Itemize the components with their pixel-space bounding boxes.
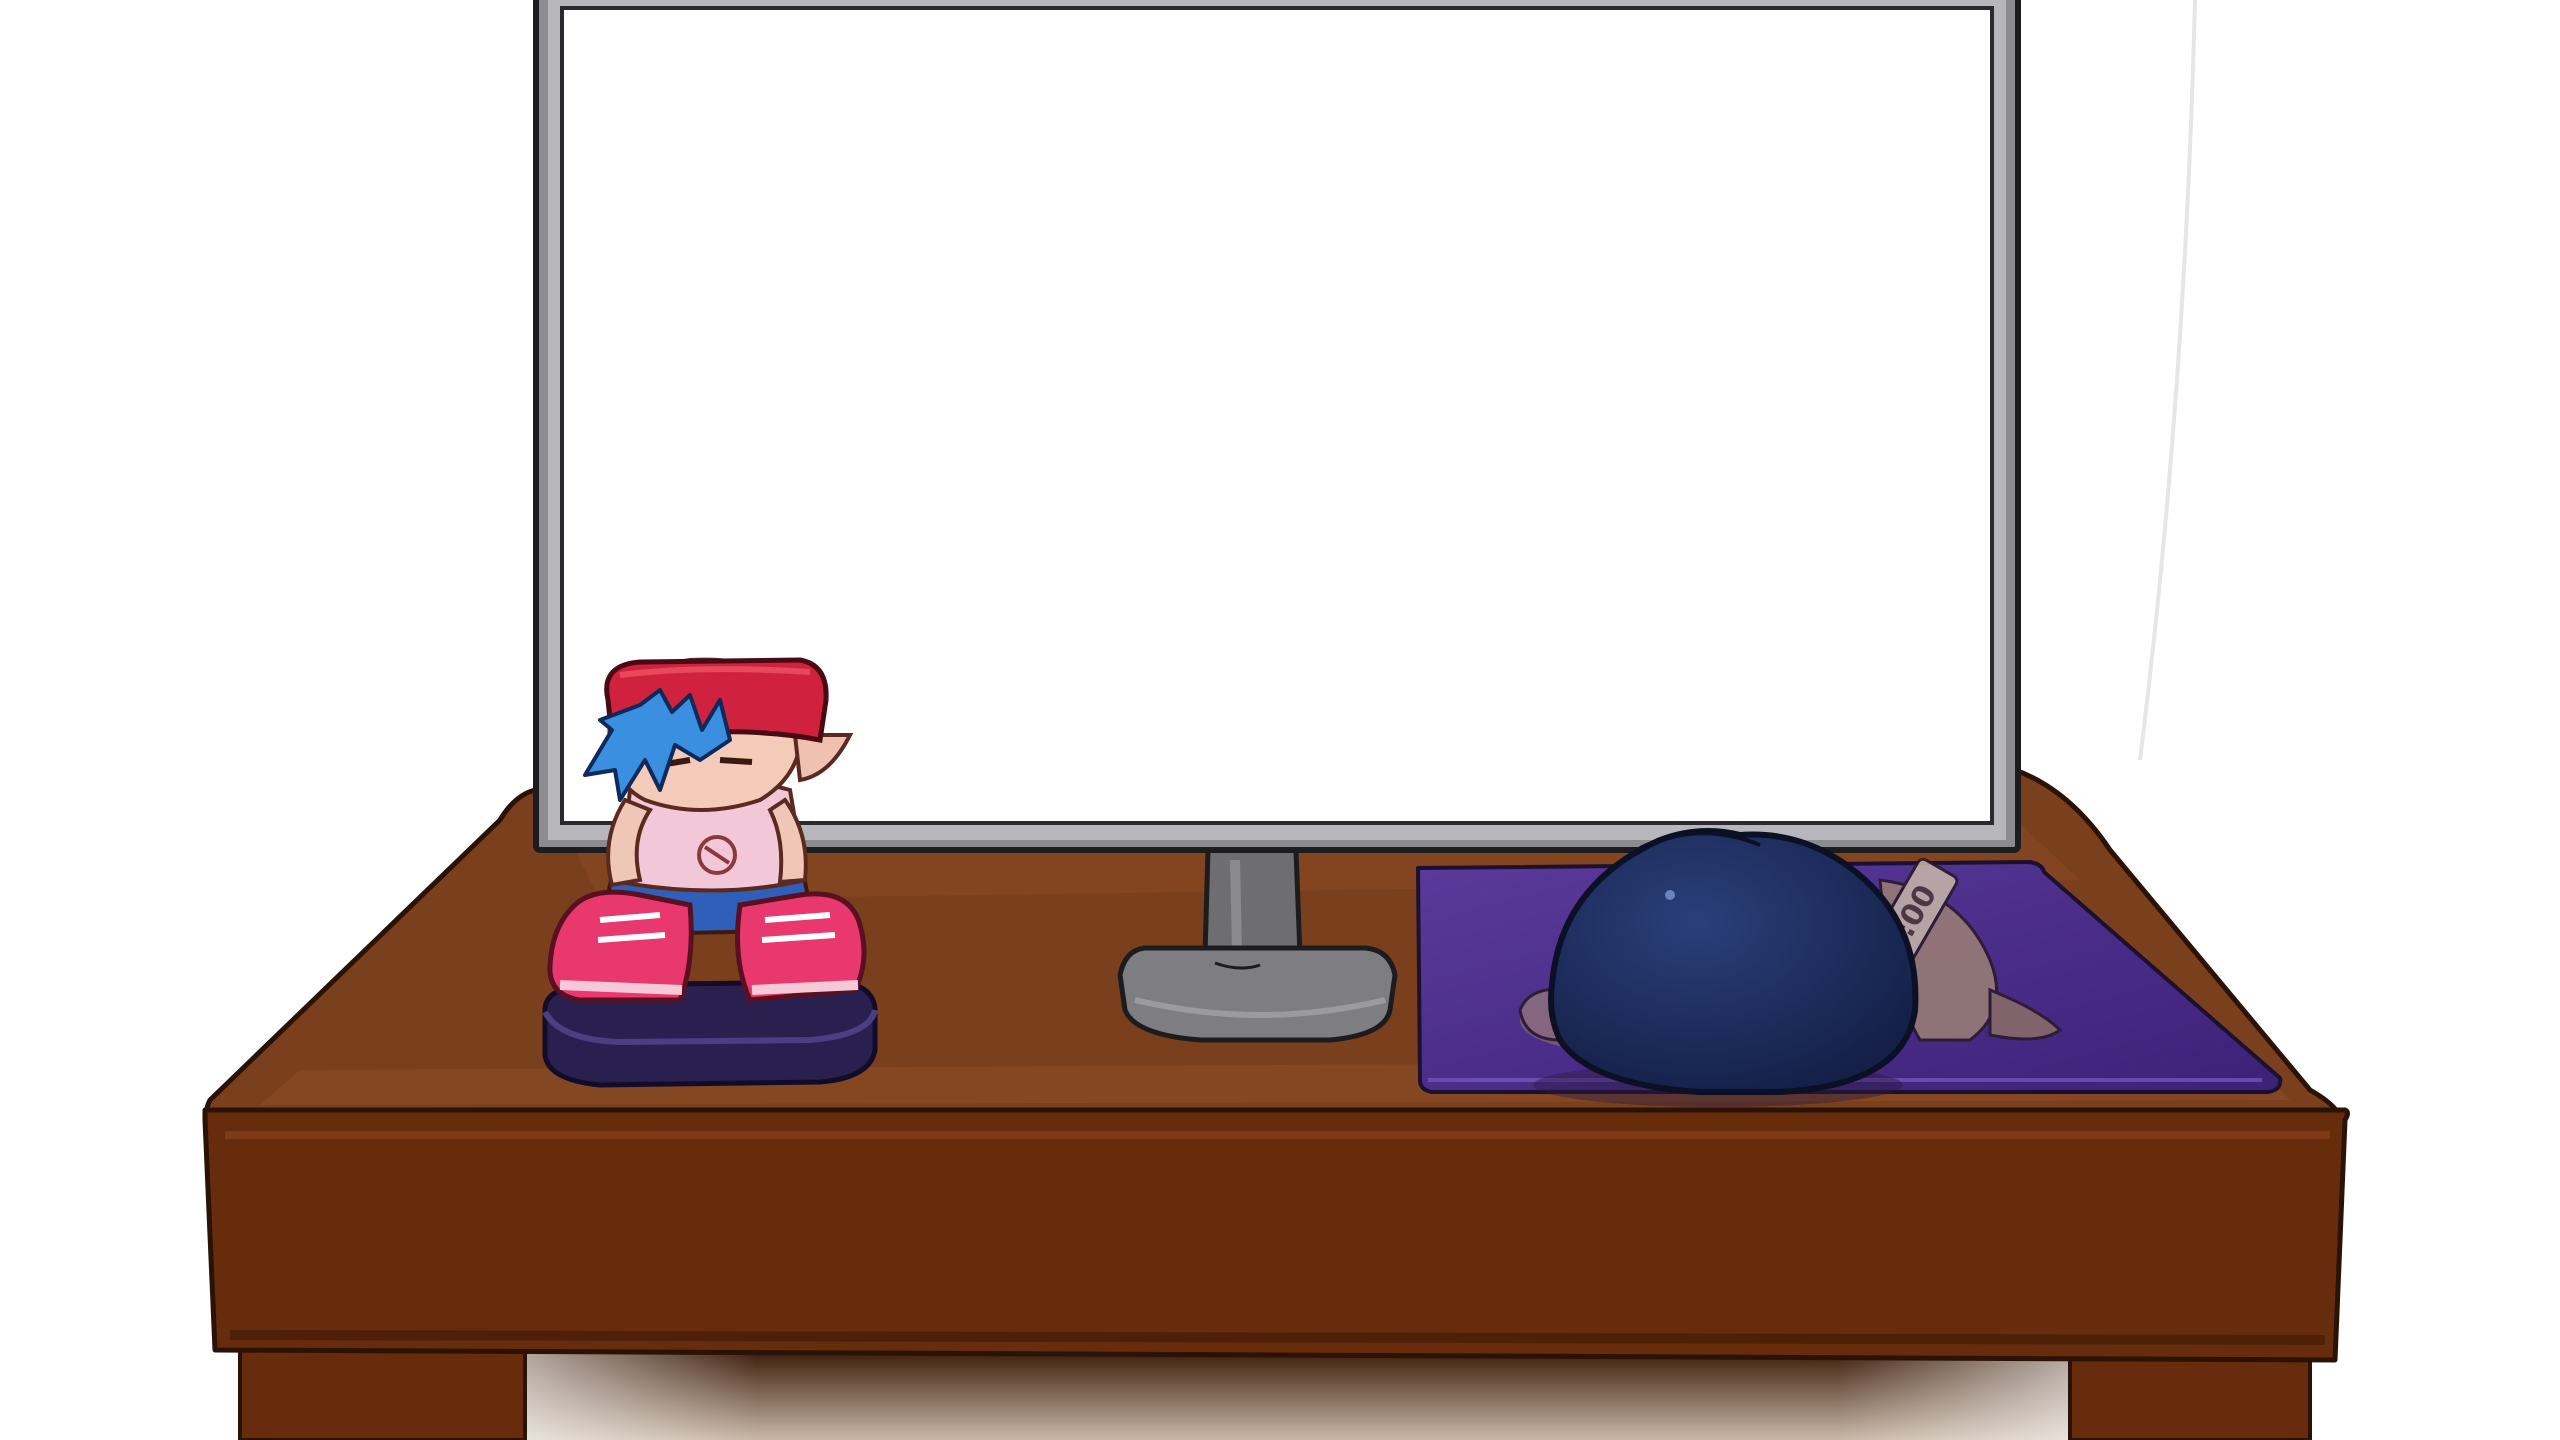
desk-front bbox=[202, 1107, 2350, 1363]
scene: 3:00 bbox=[202, 0, 2350, 1440]
monitor-stand-neck bbox=[1202, 847, 1303, 958]
monitor-stand-base bbox=[1117, 945, 1398, 1043]
wall-edge-line bbox=[2138, 0, 2197, 761]
desk-leg-left bbox=[238, 1338, 527, 1440]
